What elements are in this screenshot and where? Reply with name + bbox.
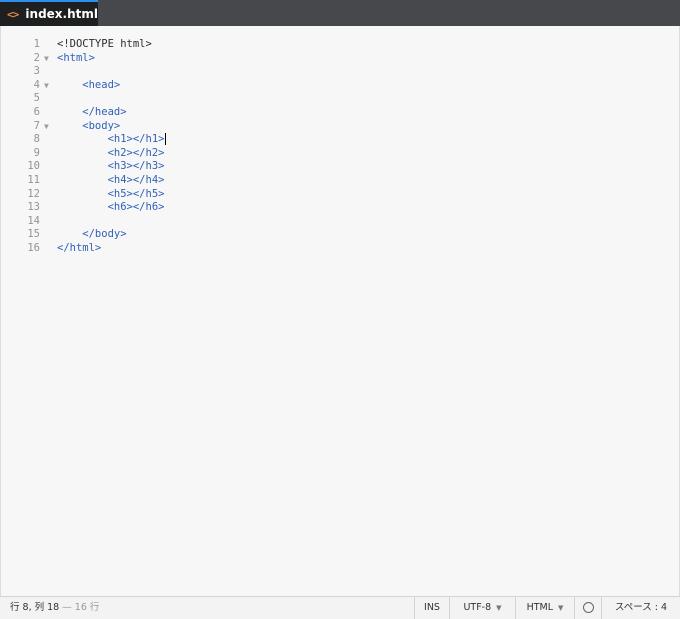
code-lines: 1 <!DOCTYPE html> 2 ▼ <html> 3 4 ▼ <head> 5 6 </h…	[1, 38, 680, 256]
status-bar: 行 8, 列 18 — 16 行 INS UTF-8 ▼ HTML ▼ スペース :…	[0, 596, 680, 619]
indent-label: スペース : 4	[614, 602, 668, 613]
fold-arrow-icon[interactable]: ▼	[44, 79, 49, 93]
code-line[interactable]: 12 <h5></h5>	[1, 188, 680, 202]
code-line[interactable]: 9 <h2></h2>	[1, 147, 680, 161]
line-number: 8	[33, 133, 40, 146]
indent-setting[interactable]: スペース : 4	[601, 597, 680, 619]
code-text: <h5></h5>	[57, 187, 165, 200]
code-text: </html>	[57, 241, 102, 254]
line-number: 4	[33, 78, 40, 91]
line-number: 3	[33, 65, 40, 78]
code-text: </body>	[57, 228, 127, 241]
insert-mode-toggle[interactable]: INS	[414, 597, 449, 619]
cursor-position-label: 行 8, 列 18	[10, 602, 60, 613]
code-text: <html>	[57, 51, 95, 64]
line-number: 13	[27, 201, 40, 214]
fold-arrow-icon[interactable]: ▼	[44, 120, 49, 134]
code-line[interactable]: 4 ▼ <head>	[1, 79, 680, 93]
line-number: 2	[33, 51, 40, 64]
line-number: 9	[33, 146, 40, 159]
circle-icon	[582, 602, 594, 613]
code-line[interactable]: 16 </html>	[1, 242, 680, 256]
line-number: 1	[33, 38, 40, 50]
code-text: <body>	[57, 119, 121, 132]
code-text: <h2></h2>	[57, 146, 165, 159]
code-line[interactable]: 5	[1, 92, 680, 106]
code-line[interactable]: 2 ▼ <html>	[1, 52, 680, 66]
code-text: <h3></h3>	[57, 160, 165, 173]
insert-mode-label: INS	[424, 602, 440, 613]
code-text: <h4></h4>	[57, 173, 165, 186]
line-number: 16	[27, 241, 40, 254]
encoding-dropdown[interactable]: UTF-8 ▼	[449, 597, 515, 619]
code-text: </head>	[57, 105, 127, 118]
line-number: 7	[33, 119, 40, 132]
code-line[interactable]: 11 <h4></h4>	[1, 174, 680, 188]
code-line[interactable]: 1 <!DOCTYPE html>	[1, 38, 680, 52]
line-number: 6	[33, 105, 40, 118]
line-number: 14	[27, 214, 40, 227]
code-line[interactable]: 15 </body>	[1, 228, 680, 242]
code-line[interactable]: 13 <h6></h6>	[1, 201, 680, 215]
code-text: <!DOCTYPE html>	[57, 38, 152, 50]
code-line[interactable]: 10 <h3></h3>	[1, 160, 680, 174]
chevron-down-icon: ▼	[496, 604, 502, 612]
language-label: HTML	[526, 602, 554, 613]
code-line[interactable]: 8 <h1></h1>	[1, 133, 680, 147]
text-cursor	[165, 133, 167, 146]
code-text: <head>	[57, 78, 121, 91]
fold-arrow-icon[interactable]: ▼	[44, 52, 49, 66]
chevron-down-icon: ▼	[558, 604, 564, 612]
line-count: — 16 行	[62, 602, 100, 613]
code-text: <h1></h1>	[57, 133, 167, 146]
code-line[interactable]: 14	[1, 215, 680, 229]
tab-bar: <> index.html	[0, 0, 680, 26]
tab-label: index.html	[25, 7, 98, 21]
code-text: <h6></h6>	[57, 201, 165, 214]
tab-index-html[interactable]: <> index.html	[0, 0, 98, 26]
line-number: 15	[27, 228, 40, 241]
code-line[interactable]: 6 </head>	[1, 106, 680, 120]
line-number: 11	[27, 173, 40, 186]
line-number: 10	[27, 160, 40, 173]
code-line[interactable]: 7 ▼ <body>	[1, 120, 680, 134]
language-dropdown[interactable]: HTML ▼	[515, 597, 574, 619]
line-number: 12	[27, 187, 40, 200]
lint-status[interactable]	[574, 597, 601, 619]
code-line[interactable]: 3	[1, 65, 680, 79]
cursor-position[interactable]: 行 8, 列 18 — 16 行	[10, 597, 99, 619]
encoding-label: UTF-8	[463, 602, 492, 613]
code-editor[interactable]: 1 <!DOCTYPE html> 2 ▼ <html> 3 4 ▼ <head> 5 6 </h…	[0, 26, 680, 596]
line-number: 5	[33, 92, 40, 105]
code-icon: <>	[7, 7, 19, 21]
